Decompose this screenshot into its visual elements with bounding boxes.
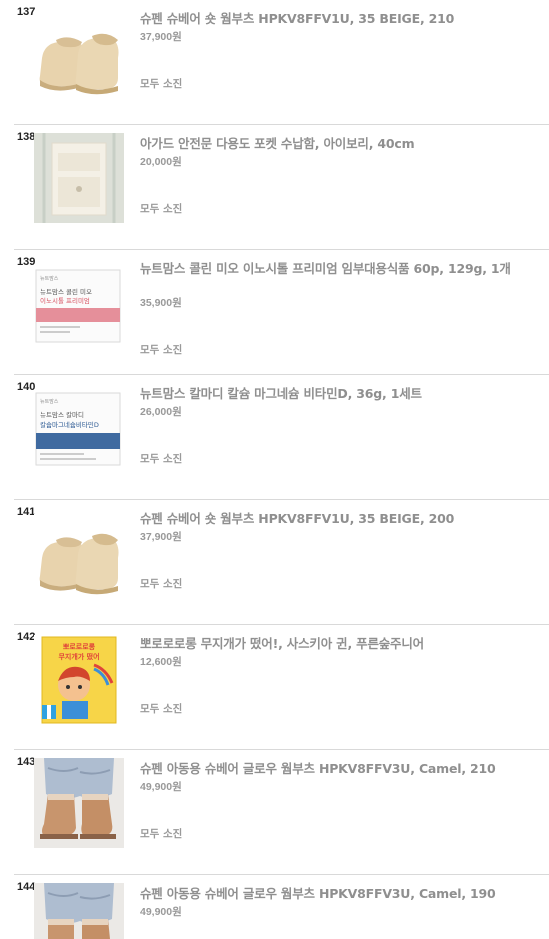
sold-out-status: 모두 소진 xyxy=(140,703,183,715)
beige-boots-image xyxy=(34,514,124,604)
product-item[interactable]: 144 슈펜 아동용 슈베어 글로우 웜부츠 HPKV8FFV3U, Camel… xyxy=(14,875,549,939)
product-price: 37,900원 xyxy=(140,31,182,43)
product-list: 137 슈펜 슈베어 숏 웜부츠 HPKV8FFV1U, 35 BEIGE, 2… xyxy=(0,0,549,939)
product-price: 20,000원 xyxy=(140,156,182,168)
product-item[interactable]: 141 슈펜 슈베어 숏 웜부츠 HPKV8FFV1U, 35 BEIGE, 2… xyxy=(14,500,549,625)
pocket-organizer-image xyxy=(34,133,124,223)
product-price: 37,900원 xyxy=(140,531,182,543)
beige-boots-image xyxy=(34,14,124,104)
product-title[interactable]: 아가드 안전문 다용도 포켓 수납함, 아이보리, 40cm xyxy=(140,136,535,152)
product-rank: 143 xyxy=(17,756,36,768)
product-item[interactable]: 143 슈펜 아동용 슈베어 글로우 웜부츠 HPKV8FFV3U, Camel… xyxy=(14,750,549,875)
product-item[interactable]: 140 뉴트맘스 뉴트맘스 칼마디 칼슘마그네슘비타민D 뉴트맘스 칼마디 칼슘… xyxy=(14,375,549,500)
product-title[interactable]: 뽀로로로롱 무지개가 떴어!, 사스키아 귄, 푸른숲주니어 xyxy=(140,636,535,652)
product-thumbnail[interactable] xyxy=(34,758,124,848)
product-title[interactable]: 슈펜 아동용 슈베어 글로우 웜부츠 HPKV8FFV3U, Camel, 19… xyxy=(140,886,535,902)
product-thumbnail[interactable]: 뽀로로로롱 무지개가 떴어 xyxy=(34,635,124,725)
product-rank: 140 xyxy=(17,381,36,393)
box-line1-text: 뉴트맘스 콜린 미오 xyxy=(40,287,92,296)
sold-out-status: 모두 소진 xyxy=(140,203,183,215)
product-rank: 141 xyxy=(17,506,36,518)
camel-boots-image xyxy=(34,883,124,939)
product-item[interactable]: 137 슈펜 슈베어 숏 웜부츠 HPKV8FFV1U, 35 BEIGE, 2… xyxy=(14,0,549,125)
box-line1-text: 뉴트맘스 칼마디 xyxy=(40,410,84,419)
box-brand-text: 뉴트맘스 xyxy=(40,275,59,282)
product-rank: 138 xyxy=(17,131,36,143)
product-title[interactable]: 슈펜 슈베어 숏 웜부츠 HPKV8FFV1U, 35 BEIGE, 200 xyxy=(140,511,535,527)
supplement-box-pink-image: 뉴트맘스 뉴트맘스 콜린 미오 이노시톨 프리미엄 xyxy=(34,264,124,354)
book-title2-text: 무지개가 떴어 xyxy=(58,652,99,661)
product-item[interactable]: 142 뽀로로로롱 무지개가 떴어 뽀로로로롱 무지개가 떴어!, 사스키아 귄… xyxy=(14,625,549,750)
book-title1-text: 뽀로로로롱 xyxy=(63,642,96,651)
sold-out-status: 모두 소진 xyxy=(140,578,183,590)
product-title[interactable]: 슈펜 슈베어 숏 웜부츠 HPKV8FFV1U, 35 BEIGE, 210 xyxy=(140,11,535,27)
product-thumbnail[interactable] xyxy=(34,14,124,104)
product-thumbnail[interactable]: 뉴트맘스 뉴트맘스 콜린 미오 이노시톨 프리미엄 xyxy=(34,264,124,354)
camel-boots-image xyxy=(34,758,124,848)
product-thumbnail[interactable] xyxy=(34,883,124,939)
supplement-box-blue-image: 뉴트맘스 뉴트맘스 칼마디 칼슘마그네슘비타민D xyxy=(34,389,124,479)
product-item[interactable]: 139 뉴트맘스 뉴트맘스 콜린 미오 이노시톨 프리미엄 뉴트맘스 콜린 미오… xyxy=(14,250,549,375)
sold-out-status: 모두 소진 xyxy=(140,828,183,840)
product-title[interactable]: 뉴트맘스 칼마디 칼슘 마그네슘 비타민D, 36g, 1세트 xyxy=(140,386,535,402)
product-price: 12,600원 xyxy=(140,656,182,668)
product-price: 49,900원 xyxy=(140,781,182,793)
sold-out-status: 모두 소진 xyxy=(140,78,183,90)
box-line2-text: 이노시톨 프리미엄 xyxy=(40,296,90,305)
box-brand-text: 뉴트맘스 xyxy=(40,398,59,405)
product-title[interactable]: 뉴트맘스 콜린 미오 이노시톨 프리미엄 임부대용식품 60p, 129g, 1… xyxy=(140,261,535,277)
product-price: 26,000원 xyxy=(140,406,182,418)
product-rank: 144 xyxy=(17,881,36,893)
product-item[interactable]: 138 아가드 안전문 다용도 포켓 수납함, 아이보리, 40cm 20,00… xyxy=(14,125,549,250)
product-thumbnail[interactable] xyxy=(34,133,124,223)
sold-out-status: 모두 소진 xyxy=(140,344,183,356)
product-price: 35,900원 xyxy=(140,297,182,309)
product-rank: 142 xyxy=(17,631,36,643)
product-rank: 139 xyxy=(17,256,36,268)
product-thumbnail[interactable]: 뉴트맘스 뉴트맘스 칼마디 칼슘마그네슘비타민D xyxy=(34,389,124,479)
box-line2-text: 칼슘마그네슘비타민D xyxy=(40,420,99,429)
sold-out-status: 모두 소진 xyxy=(140,453,183,465)
picture-book-image: 뽀로로로롱 무지개가 떴어 xyxy=(34,635,124,725)
product-price: 49,900원 xyxy=(140,906,182,918)
product-thumbnail[interactable] xyxy=(34,514,124,604)
product-title[interactable]: 슈펜 아동용 슈베어 글로우 웜부츠 HPKV8FFV3U, Camel, 21… xyxy=(140,761,535,777)
product-rank: 137 xyxy=(17,6,36,18)
